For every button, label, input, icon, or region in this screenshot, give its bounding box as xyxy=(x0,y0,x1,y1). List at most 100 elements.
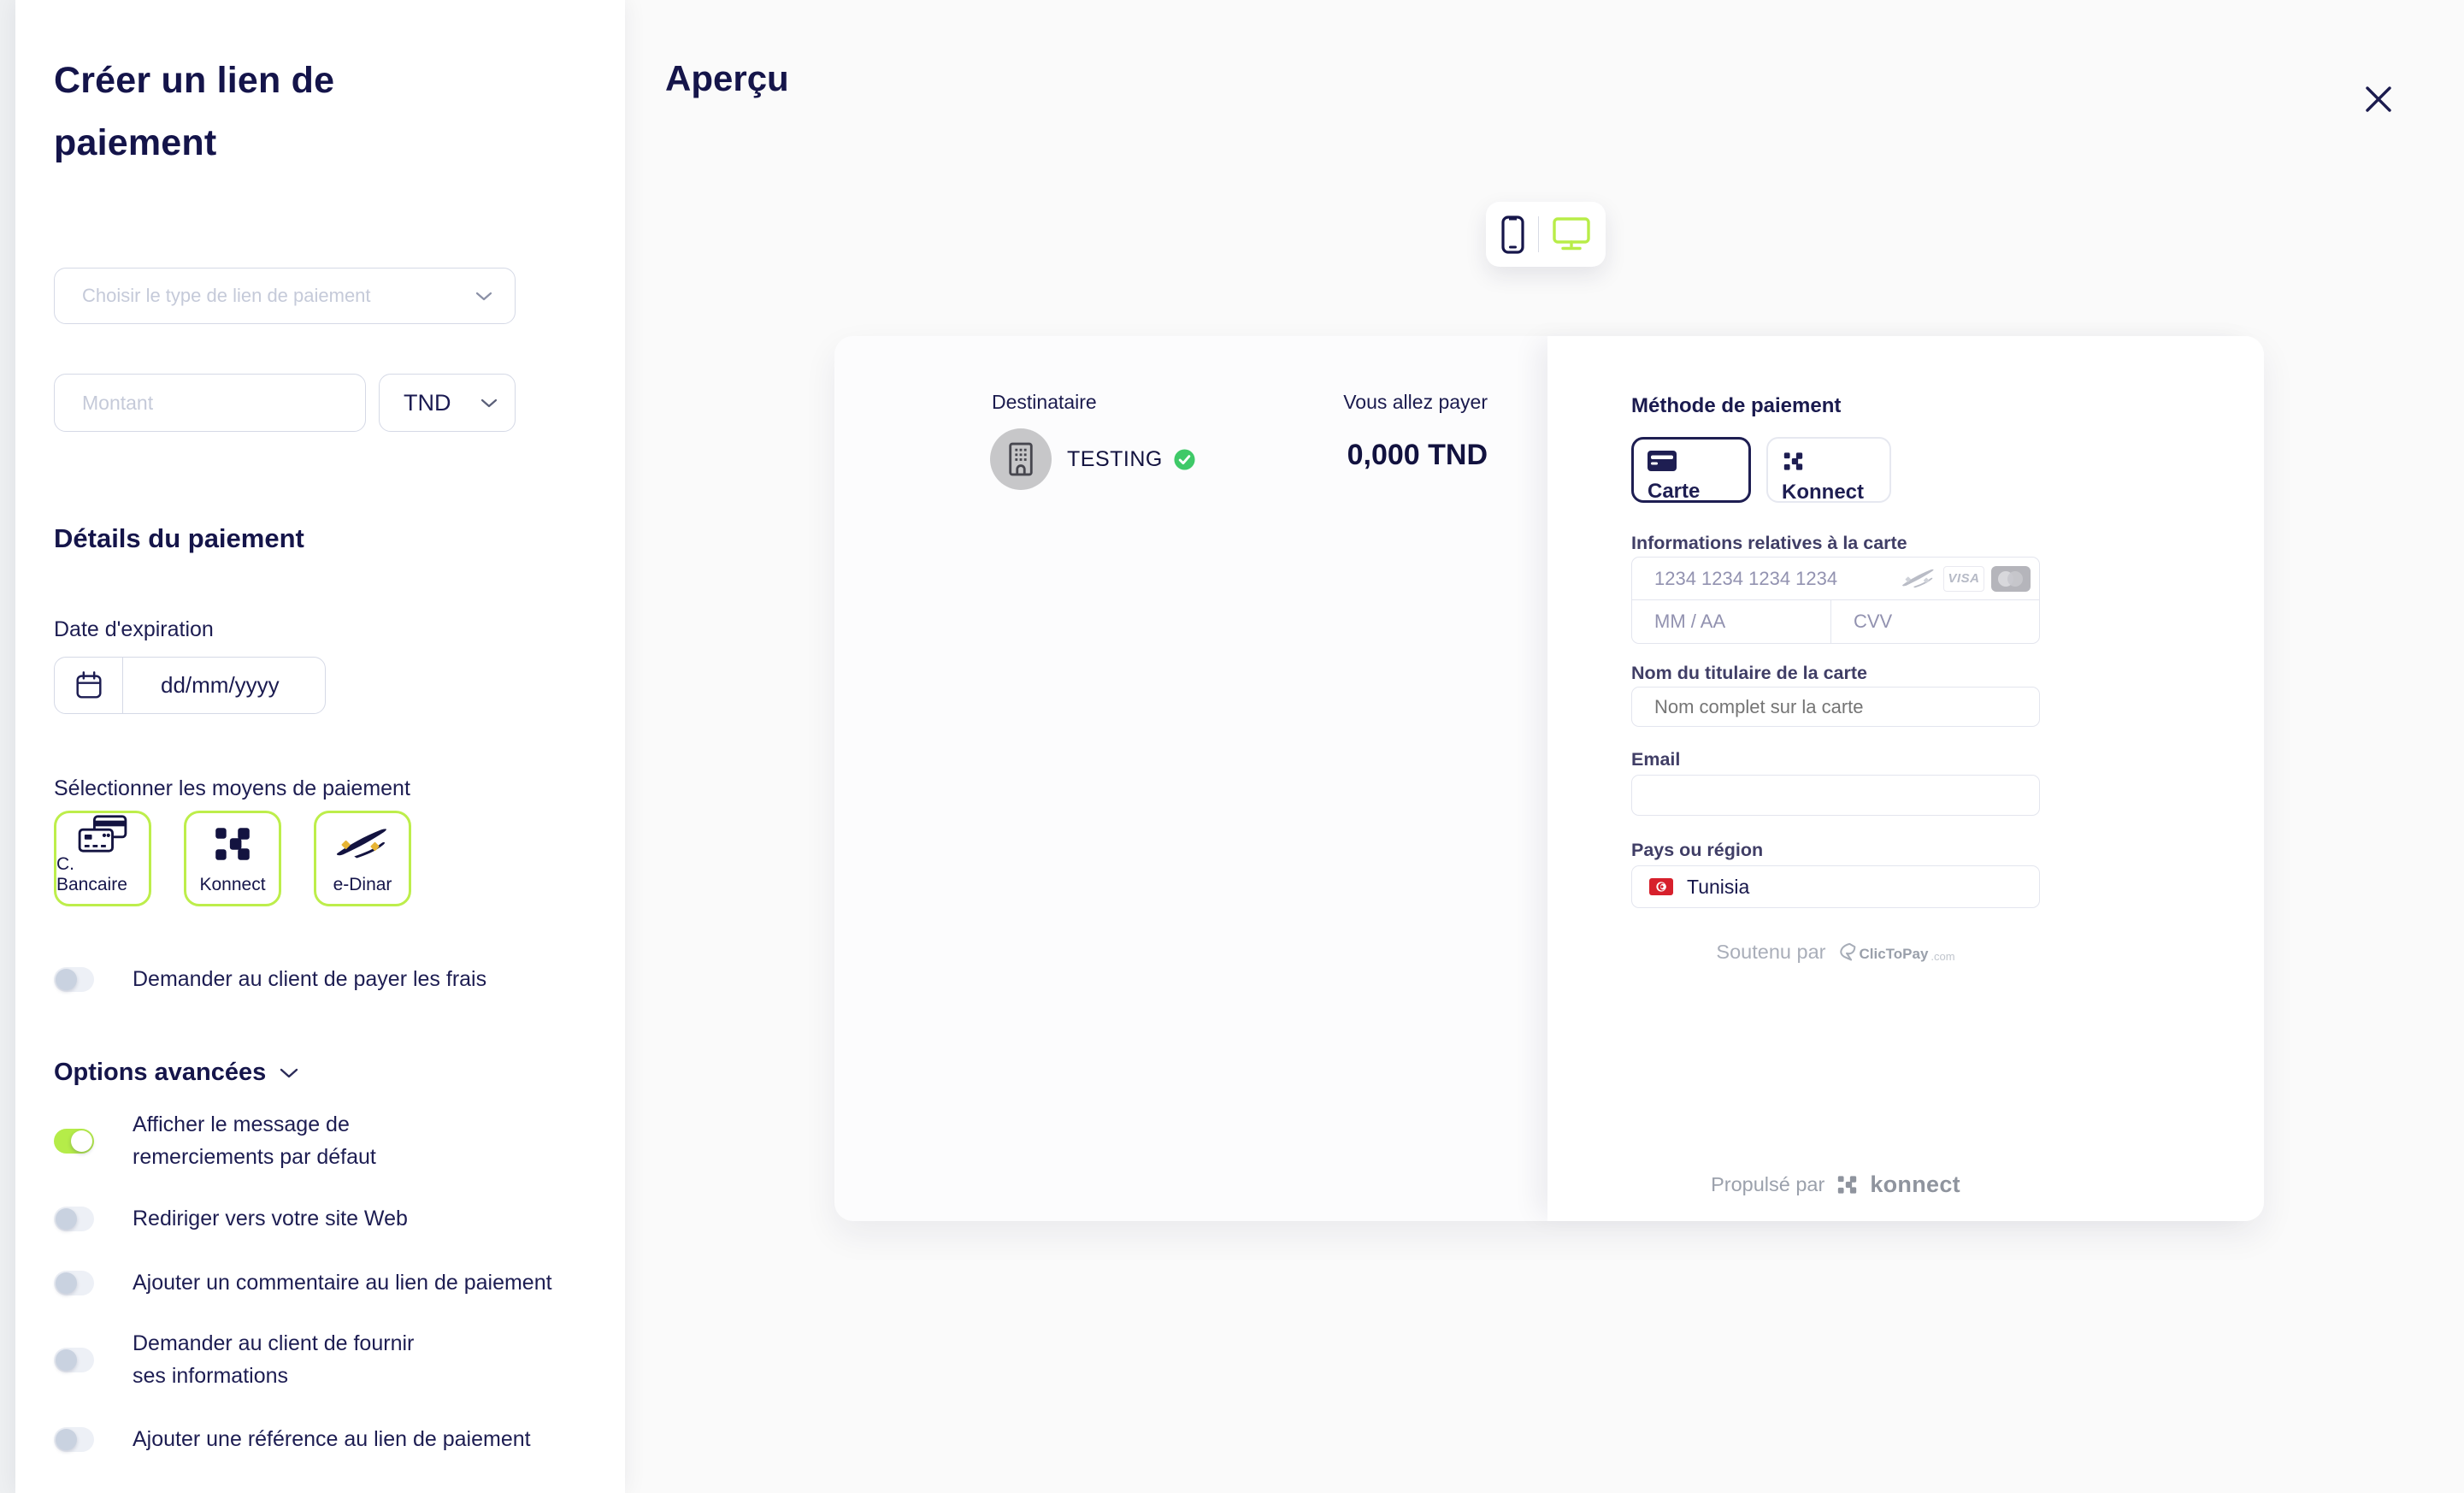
supported-by-row: Soutenu par ClicToPay .com xyxy=(1631,941,2040,964)
method-label: e-Dinar xyxy=(333,875,392,895)
card-details-group: VISA xyxy=(1631,557,2040,644)
create-link-panel: Créer un lien de paiement Choisir le typ… xyxy=(15,0,625,1493)
expiration-label: Date d'expiration xyxy=(54,617,214,642)
methods-label: Sélectionner les moyens de paiement xyxy=(54,776,410,801)
thank-you-message-toggle[interactable] xyxy=(54,1129,94,1154)
card-number-row: VISA xyxy=(1632,558,2039,600)
pay-label: Vous allez payer xyxy=(1343,391,1488,414)
chevron-down-icon xyxy=(480,398,498,408)
fees-toggle-label: Demander au client de payer les frais xyxy=(133,963,486,995)
cardholder-label: Nom du titulaire de la carte xyxy=(1631,663,2040,684)
create-payment-link-screen: Créer un lien de paiement Choisir le typ… xyxy=(0,0,2464,1493)
tab-label: Carte xyxy=(1648,480,1748,504)
device-preview-toggle xyxy=(1486,202,1606,267)
expiration-date-field: dd/mm/yyyy xyxy=(54,657,326,714)
powered-by-row: Propulsé par konnect xyxy=(1631,1171,2040,1198)
method-heading: Méthode de paiement xyxy=(1631,394,2040,418)
card-number-input[interactable] xyxy=(1632,568,1901,590)
redirect-website-toggle[interactable] xyxy=(54,1207,94,1231)
country-value: Tunisia xyxy=(1687,876,1749,899)
amount-input[interactable] xyxy=(55,375,365,431)
option-row: Afficher le message de remerciements par… xyxy=(54,1108,567,1173)
mobile-preview-button[interactable] xyxy=(1501,215,1524,254)
option-label: Ajouter une référence au lien de paiemen… xyxy=(133,1423,531,1455)
edinar-gray-icon xyxy=(1901,567,1936,591)
divider xyxy=(1538,216,1540,252)
preview-title: Aperçu xyxy=(665,58,789,99)
client-info-toggle[interactable] xyxy=(54,1348,94,1372)
desktop-icon xyxy=(1553,217,1590,251)
cardholder-input[interactable] xyxy=(1632,687,2039,726)
option-row: Ajouter une référence au lien de paiemen… xyxy=(54,1423,567,1455)
payment-details-heading: Détails du paiement xyxy=(54,523,304,554)
cvv-cell xyxy=(1831,600,2039,643)
konnect-icon xyxy=(1782,450,1805,473)
recipient-name-row: TESTING xyxy=(1067,428,1196,490)
card-info-label: Informations relatives à la carte xyxy=(1631,533,2040,554)
link-type-select[interactable]: Choisir le type de lien de paiement xyxy=(54,268,516,324)
fees-toggle-row: Demander au client de payer les frais xyxy=(54,963,567,995)
phone-icon xyxy=(1501,215,1524,254)
panel-title: Créer un lien de paiement xyxy=(54,50,396,174)
method-tile-konnect[interactable]: Konnect xyxy=(184,811,281,906)
amount-field[interactable] xyxy=(54,374,366,432)
email-input[interactable] xyxy=(1632,776,2039,815)
add-comment-toggle[interactable] xyxy=(54,1271,94,1295)
tab-label: Konnect xyxy=(1782,481,1889,505)
chevron-down-icon xyxy=(280,1068,298,1078)
method-tabs: Carte Konnect xyxy=(1631,437,2040,503)
expiry-cell xyxy=(1632,600,1831,643)
page-edge-strip xyxy=(0,0,15,1493)
tab-konnect[interactable]: Konnect xyxy=(1766,437,1891,503)
tunisia-flag-icon xyxy=(1649,878,1673,895)
konnect-icon xyxy=(211,813,254,875)
country-label: Pays ou région xyxy=(1631,840,2040,861)
desktop-preview-button[interactable] xyxy=(1553,217,1590,251)
currency-select[interactable]: TND xyxy=(379,374,516,432)
country-select[interactable]: Tunisia xyxy=(1631,865,2040,908)
payment-preview-card: Destinataire TESTING Vous allez payer 0,… xyxy=(834,336,2264,1221)
bank-cards-icon xyxy=(76,813,129,854)
konnect-wordmark: konnect xyxy=(1870,1171,1960,1198)
clictopay-text: ClicToPay xyxy=(1859,946,1928,963)
method-label: Konnect xyxy=(199,875,265,895)
calendar-icon xyxy=(73,670,105,702)
method-tile-bank-card[interactable]: C. Bancaire xyxy=(54,811,151,906)
clictopay-icon xyxy=(1837,942,1856,963)
card-brand-logos: VISA xyxy=(1901,566,2039,592)
building-icon xyxy=(1006,441,1035,477)
currency-value: TND xyxy=(404,390,480,416)
option-label: Rediriger vers votre site Web xyxy=(133,1202,408,1235)
date-input[interactable]: dd/mm/yyyy xyxy=(123,658,325,713)
clictopay-suffix: .com xyxy=(1931,950,1954,963)
card-icon xyxy=(1648,451,1677,472)
expiry-input[interactable] xyxy=(1632,611,1830,633)
advanced-options-title: Options avancées xyxy=(54,1059,266,1087)
powered-by-text: Propulsé par xyxy=(1711,1173,1824,1196)
advanced-options-heading[interactable]: Options avancées xyxy=(54,1059,298,1087)
calendar-button[interactable] xyxy=(55,658,123,713)
mastercard-logo xyxy=(1991,566,2031,592)
konnect-gray-icon xyxy=(1836,1173,1859,1196)
edinar-icon xyxy=(336,813,389,875)
cvv-input[interactable] xyxy=(1831,611,2039,633)
add-reference-toggle[interactable] xyxy=(54,1427,94,1452)
option-row: Ajouter un commentaire au lien de paieme… xyxy=(54,1266,567,1299)
close-button[interactable] xyxy=(2358,79,2399,120)
recipient-avatar xyxy=(990,428,1052,490)
recipient-name: TESTING xyxy=(1067,447,1163,472)
cardholder-field xyxy=(1631,687,2040,727)
method-tile-edinar[interactable]: e-Dinar xyxy=(314,811,411,906)
preview-summary-pane: Destinataire TESTING Vous allez payer 0,… xyxy=(834,336,1547,1221)
fees-toggle[interactable] xyxy=(54,967,94,992)
clictopay-logo: ClicToPay .com xyxy=(1837,942,1954,963)
link-type-placeholder: Choisir le type de lien de paiement xyxy=(82,285,475,307)
chevron-down-icon xyxy=(475,292,492,301)
supported-by-text: Soutenu par xyxy=(1716,941,1825,964)
close-icon xyxy=(2363,84,2394,115)
visa-logo: VISA xyxy=(1943,566,1984,592)
tab-card[interactable]: Carte xyxy=(1631,437,1751,503)
recipient-label: Destinataire xyxy=(992,391,1097,414)
option-row: Rediriger vers votre site Web xyxy=(54,1202,567,1235)
method-label: C. Bancaire xyxy=(56,854,149,895)
